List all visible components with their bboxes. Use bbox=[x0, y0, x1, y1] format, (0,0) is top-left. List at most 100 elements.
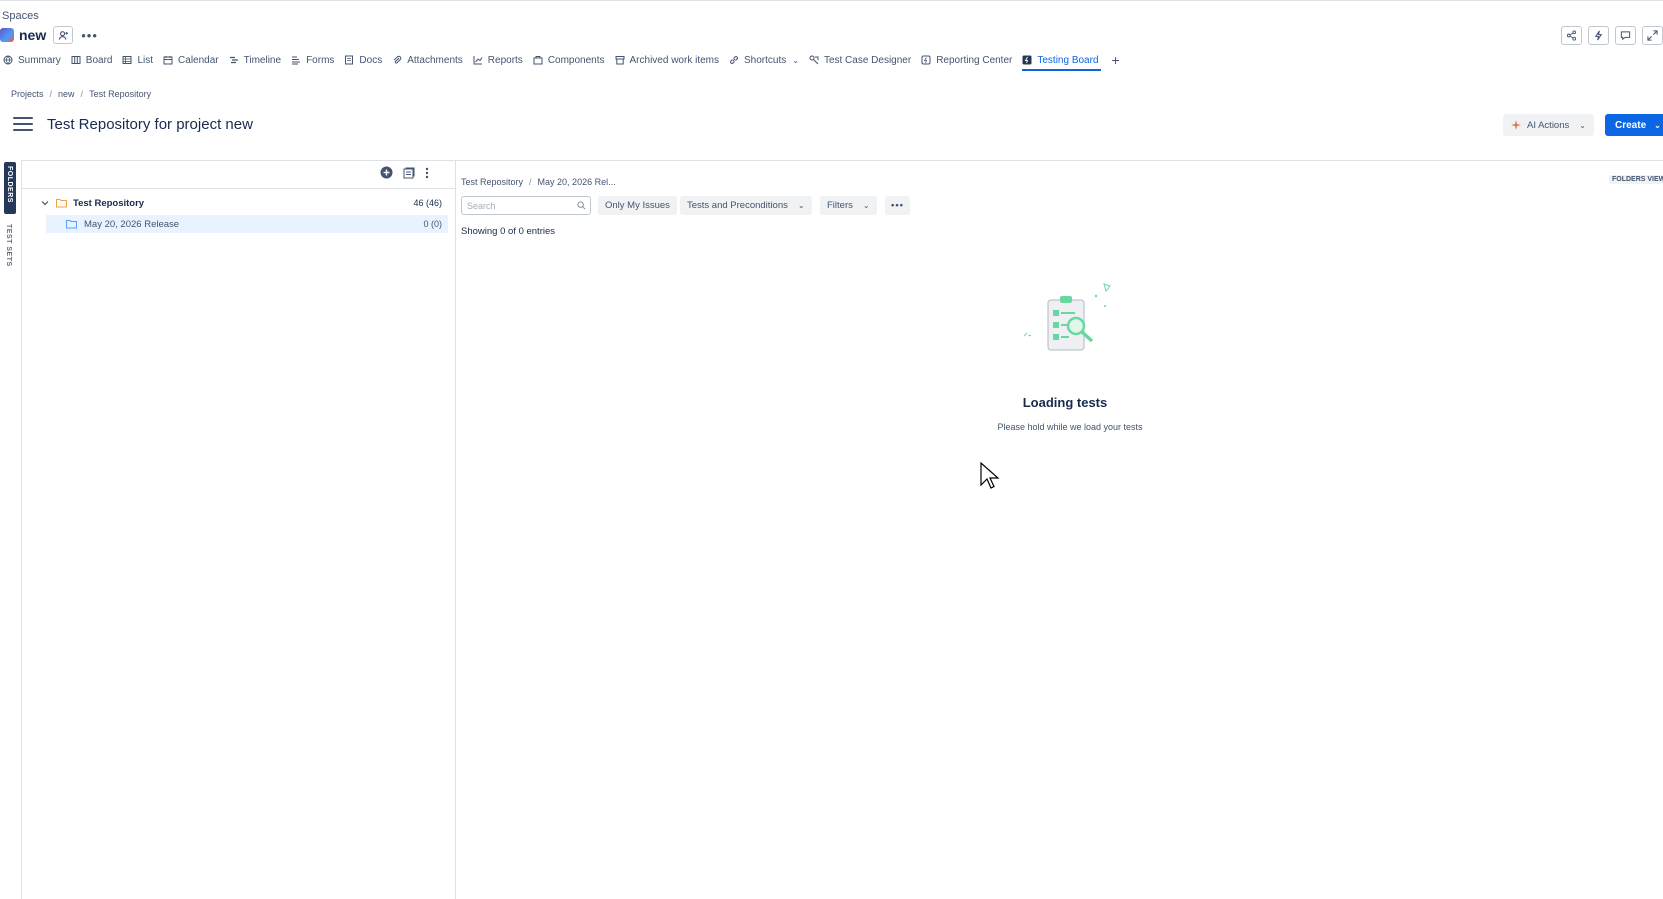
chevron-down-icon: ⌄ bbox=[797, 201, 805, 210]
tab-calendar[interactable]: Calendar bbox=[160, 48, 226, 72]
collapse-all-icon[interactable] bbox=[403, 167, 415, 179]
search-icon bbox=[577, 201, 586, 210]
person-add-icon bbox=[58, 30, 68, 40]
project-avatar[interactable] bbox=[0, 28, 14, 42]
tab-label: Summary bbox=[18, 54, 61, 66]
share-button[interactable] bbox=[1561, 26, 1582, 45]
tab-summary[interactable]: Summary bbox=[0, 48, 68, 72]
tab-reports[interactable]: Reports bbox=[470, 48, 530, 72]
tab-reporting-center[interactable]: Reporting Center bbox=[918, 48, 1019, 72]
designer-icon bbox=[809, 55, 819, 65]
timeline-icon bbox=[229, 56, 238, 64]
tab-label: Attachments bbox=[407, 54, 463, 66]
breadcrumb-project[interactable]: new bbox=[58, 89, 75, 99]
tab-testing-board[interactable]: Testing Board bbox=[1019, 48, 1105, 72]
tab-label: Reporting Center bbox=[936, 54, 1013, 66]
folder-open-icon bbox=[56, 199, 67, 208]
tab-board[interactable]: Board bbox=[68, 48, 120, 72]
chart-icon bbox=[473, 56, 483, 65]
loading-title: Loading tests bbox=[1022, 395, 1108, 410]
add-people-button[interactable] bbox=[53, 26, 74, 44]
list-icon bbox=[122, 56, 132, 64]
more-actions-icon[interactable]: ••• bbox=[81, 28, 98, 43]
tab-timeline[interactable]: Timeline bbox=[226, 48, 288, 72]
tab-label: Board bbox=[85, 54, 113, 66]
side-tab-label: TEST SETS bbox=[5, 224, 12, 267]
filters-label: Filters bbox=[827, 200, 853, 211]
tests-and-preconditions-dropdown[interactable]: Tests and Preconditions ⌄ bbox=[680, 196, 812, 215]
create-button[interactable]: Create ⌄ bbox=[1605, 114, 1663, 136]
breadcrumb-projects[interactable]: Projects bbox=[11, 89, 44, 99]
tree-item-label: Test Repository bbox=[73, 197, 145, 209]
tab-list[interactable]: List bbox=[119, 48, 160, 72]
app-icon bbox=[1022, 55, 1032, 65]
repository-breadcrumb: Test Repository / May 20, 2026 Rel... bbox=[461, 177, 616, 187]
components-icon bbox=[533, 56, 543, 65]
calendar-icon bbox=[163, 56, 173, 65]
archive-icon bbox=[615, 56, 625, 65]
ai-actions-button[interactable]: AI Actions ⌄ bbox=[1503, 114, 1594, 136]
side-tab-folders[interactable]: FOLDERS bbox=[4, 162, 16, 214]
folders-view-badge: FOLDERS VIEW bbox=[1609, 175, 1663, 184]
more-options-icon[interactable] bbox=[425, 167, 429, 179]
fullscreen-button[interactable] bbox=[1642, 26, 1663, 45]
add-tab-icon[interactable]: + bbox=[1106, 52, 1120, 68]
tab-label: Reports bbox=[487, 54, 523, 66]
app-icon bbox=[921, 55, 931, 65]
expand-icon bbox=[1647, 30, 1658, 41]
menu-icon[interactable] bbox=[13, 117, 33, 131]
chevron-down-icon: ⌄ bbox=[862, 201, 870, 210]
header-right-actions bbox=[1561, 26, 1663, 45]
tab-label: Archived work items bbox=[629, 54, 719, 66]
feedback-button[interactable] bbox=[1615, 26, 1636, 45]
tab-label: List bbox=[137, 54, 154, 66]
tree-item-test-repository[interactable]: Test Repository 46 (46) bbox=[40, 195, 448, 211]
more-filters-button[interactable]: ••• bbox=[885, 196, 910, 215]
tab-shortcuts[interactable]: Shortcuts ⌄ bbox=[726, 48, 806, 72]
spaces-label[interactable]: Spaces bbox=[2, 10, 39, 22]
project-header: new ••• bbox=[0, 26, 98, 44]
page-title: Test Repository for project new bbox=[47, 116, 253, 133]
entries-count: Showing 0 of 0 entries bbox=[461, 226, 556, 237]
link-icon bbox=[730, 56, 738, 64]
docs-icon bbox=[345, 55, 354, 65]
tree-toolbar bbox=[380, 166, 429, 179]
breadcrumb-current[interactable]: Test Repository bbox=[89, 89, 151, 99]
breadcrumb-root[interactable]: Test Repository bbox=[461, 177, 523, 187]
tab-docs[interactable]: Docs bbox=[341, 48, 389, 72]
search-input[interactable]: Search bbox=[461, 196, 591, 215]
filters-dropdown[interactable]: Filters ⌄ bbox=[820, 196, 877, 215]
tab-label: Forms bbox=[306, 54, 335, 66]
only-my-issues-button[interactable]: Only My Issues bbox=[598, 196, 677, 215]
paperclip-icon bbox=[393, 55, 402, 64]
tab-attachments[interactable]: Attachments bbox=[389, 48, 470, 72]
chevron-down-icon[interactable]: ⌄ bbox=[1654, 121, 1661, 130]
only-my-issues-label: Only My Issues bbox=[605, 200, 670, 211]
tab-archived-work-items[interactable]: Archived work items bbox=[612, 48, 726, 72]
tab-components[interactable]: Components bbox=[530, 48, 612, 72]
breadcrumb-current-folder[interactable]: May 20, 2026 Rel... bbox=[538, 177, 616, 187]
side-tab-test-sets[interactable]: TEST SETS bbox=[5, 224, 15, 274]
tree-item-label: May 20, 2026 Release bbox=[84, 218, 180, 230]
tree-item-count: 46 (46) bbox=[413, 198, 442, 208]
tree-item-release-folder[interactable]: May 20, 2026 Release 0 (0) bbox=[46, 215, 448, 233]
automation-button[interactable] bbox=[1588, 26, 1609, 45]
add-folder-icon[interactable] bbox=[380, 166, 393, 179]
tests-and-preconditions-label: Tests and Preconditions bbox=[687, 200, 788, 211]
create-label: Create bbox=[1615, 119, 1647, 131]
lightning-icon bbox=[1594, 30, 1603, 41]
chevron-down-icon: ⌄ bbox=[792, 55, 799, 65]
tab-label: Docs bbox=[359, 54, 383, 66]
tab-test-case-designer[interactable]: Test Case Designer bbox=[806, 48, 918, 72]
tab-label: Timeline bbox=[243, 54, 282, 66]
tab-label: Test Case Designer bbox=[823, 54, 912, 66]
chevron-down-icon[interactable] bbox=[40, 198, 50, 208]
loading-subtitle: Please hold while we load your tests bbox=[997, 422, 1143, 432]
panel-divider[interactable] bbox=[455, 160, 456, 899]
globe-icon bbox=[3, 55, 13, 65]
project-name[interactable]: new bbox=[19, 27, 46, 43]
ai-actions-label: AI Actions bbox=[1527, 119, 1570, 131]
tree-left-border bbox=[21, 160, 22, 899]
tree-item-count: 0 (0) bbox=[423, 219, 442, 229]
tab-forms[interactable]: Forms bbox=[288, 48, 341, 72]
